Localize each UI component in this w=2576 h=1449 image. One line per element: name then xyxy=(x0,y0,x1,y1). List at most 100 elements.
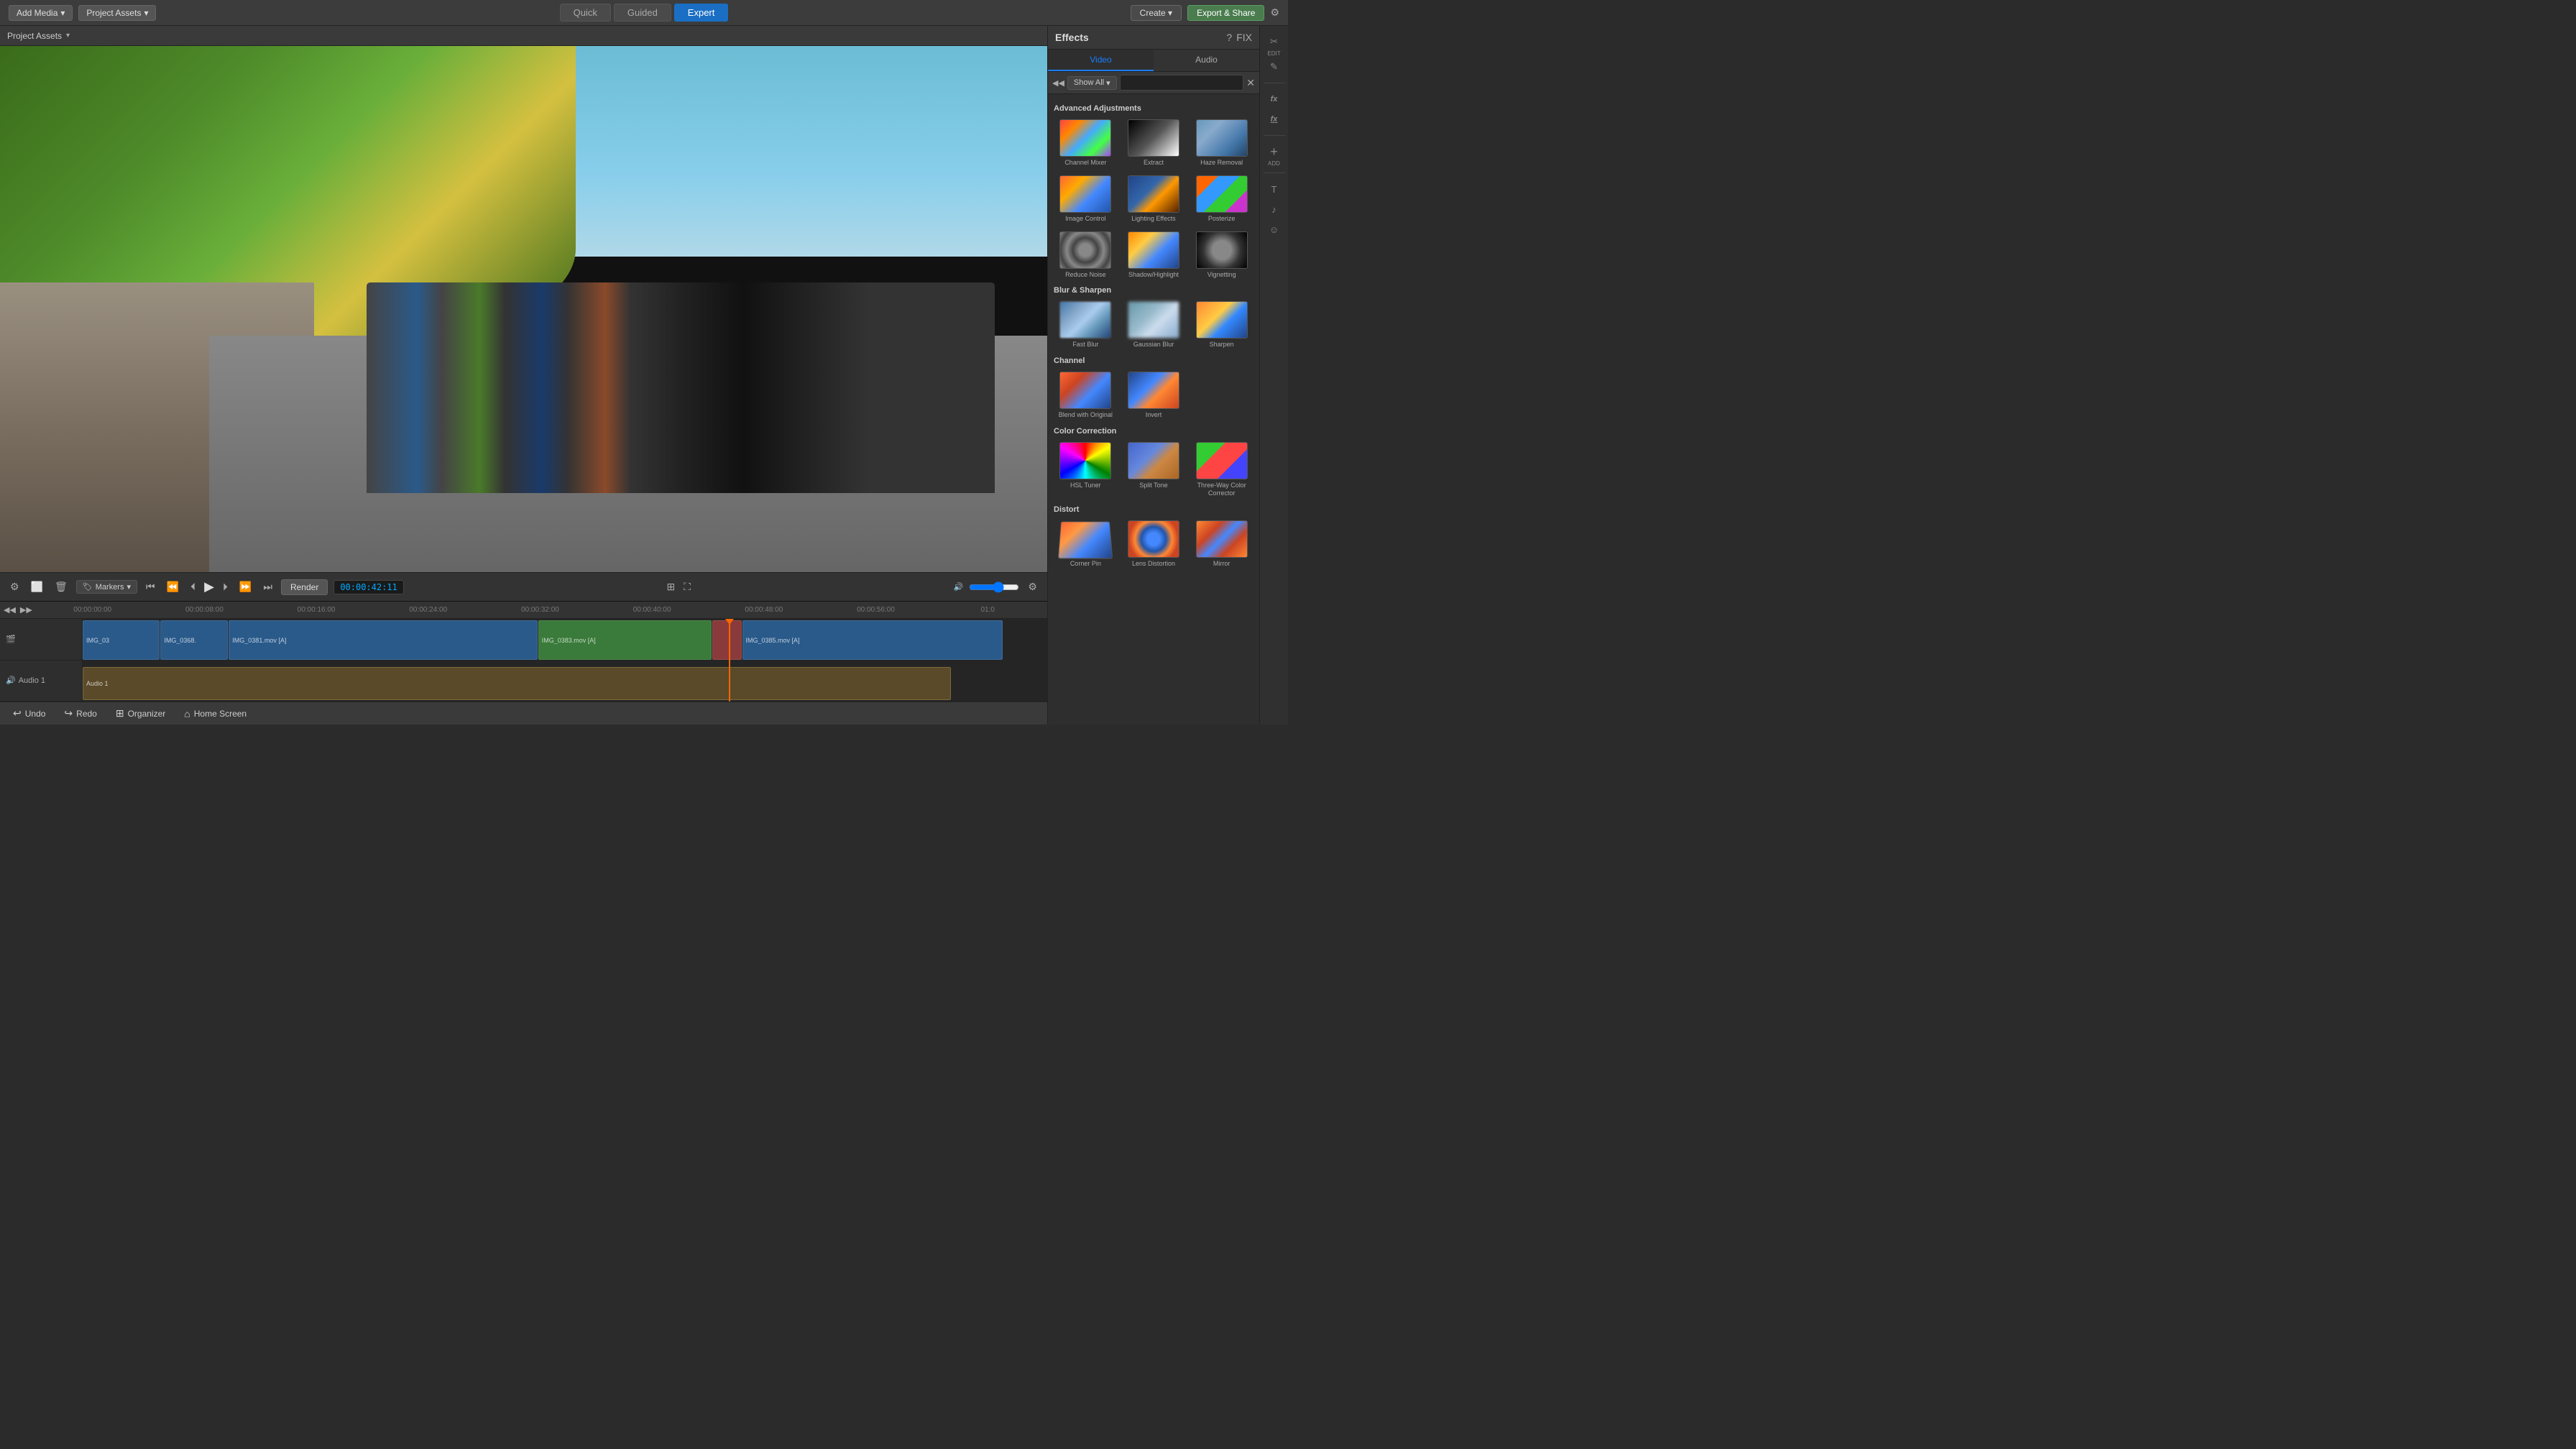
timeline-delete-button[interactable]: 🗑 xyxy=(52,579,70,594)
skip-forward-button[interactable]: ⏭ xyxy=(260,579,275,594)
skip-back-button[interactable]: ⏮ xyxy=(143,579,158,594)
volume-slider[interactable] xyxy=(969,581,1019,593)
rewind-button[interactable]: ⏪ xyxy=(164,579,182,594)
tl-nav-left[interactable]: ◀◀ xyxy=(4,605,16,615)
timeline-controls: ⚙ ⬜ 🗑 🏷 Markers ▾ ⏮ ⏪ ⏴ ▶ ⏵ ⏩ ⏭ Render 0… xyxy=(0,572,1047,601)
mode-quick-button[interactable]: Quick xyxy=(560,4,611,22)
playhead xyxy=(729,619,730,702)
timeline-header: ◀◀ ▶▶ 00:00:00:00 00:00:08:00 00:00:16:0… xyxy=(0,602,1047,619)
effects-collapse-icon[interactable]: ◀◀ xyxy=(1052,78,1064,88)
organizer-button[interactable]: ⊞ Organizer xyxy=(110,705,171,722)
project-assets-button[interactable]: Project Assets ▾ xyxy=(78,5,156,21)
effect-sharpen[interactable]: Sharpen xyxy=(1190,299,1254,351)
scissors-icon[interactable]: ✂ xyxy=(1263,32,1286,52)
mode-expert-button[interactable]: Expert xyxy=(674,4,729,22)
effect-label-split-tone: Split Tone xyxy=(1139,482,1167,489)
effect-thumb-sharpen xyxy=(1196,301,1248,339)
effect-haze-removal[interactable]: Haze Removal xyxy=(1190,117,1254,169)
markers-button[interactable]: 🏷 Markers ▾ xyxy=(76,580,137,594)
timeline-settings-button[interactable]: ⚙ xyxy=(7,579,22,594)
effect-hsl-tuner[interactable]: HSL Tuner xyxy=(1054,440,1118,500)
effect-thumb-shadow-highlight xyxy=(1128,231,1179,269)
effect-reduce-noise[interactable]: Reduce Noise xyxy=(1054,229,1118,281)
section-advanced-adjustments: Advanced Adjustments xyxy=(1054,104,1254,113)
effect-corner-pin[interactable]: Corner Pin xyxy=(1054,518,1118,570)
export-button[interactable]: Export & Share xyxy=(1187,5,1264,21)
step-forward-button[interactable]: ⏵ xyxy=(220,579,231,594)
add-media-button[interactable]: Add Media ▾ xyxy=(9,5,73,21)
organizer-label: Organizer xyxy=(128,709,166,719)
show-all-button[interactable]: Show All ▾ xyxy=(1067,76,1117,90)
effects-help-icon[interactable]: ? xyxy=(1226,32,1232,43)
tc-mark-5: 00:00:40:00 xyxy=(596,606,708,614)
effect-thumb-three-way xyxy=(1196,442,1248,479)
markers-dropdown-icon: ▾ xyxy=(126,582,131,592)
effects-content: Advanced Adjustments Channel Mixer Extra… xyxy=(1048,94,1259,724)
effects-search-input[interactable] xyxy=(1120,75,1244,91)
effect-thumb-reduce-noise xyxy=(1059,231,1111,269)
video-track-label: 🎬 xyxy=(0,619,82,661)
mode-guided-button[interactable]: Guided xyxy=(614,4,671,22)
effect-vignetting[interactable]: Vignetting xyxy=(1190,229,1254,281)
effect-image-control[interactable]: Image Control xyxy=(1054,173,1118,225)
play-button[interactable]: ▶ xyxy=(204,579,214,594)
effect-gaussian-blur[interactable]: Gaussian Blur xyxy=(1122,299,1186,351)
effect-lighting-effects[interactable]: Lighting Effects xyxy=(1122,173,1186,225)
undo-button[interactable]: ↩ Undo xyxy=(7,705,51,722)
home-icon: ⌂ xyxy=(184,708,190,719)
effect-posterize[interactable]: Posterize xyxy=(1190,173,1254,225)
render-button[interactable]: Render xyxy=(281,579,328,595)
effects-search-clear[interactable]: ✕ xyxy=(1246,77,1255,89)
effect-extract[interactable]: Extract xyxy=(1122,117,1186,169)
audio-clip[interactable]: Audio 1 xyxy=(83,667,951,700)
effect-label-corner-pin: Corner Pin xyxy=(1070,560,1101,568)
effects-grid-advanced: Channel Mixer Extract Haze Removal Image… xyxy=(1054,117,1254,280)
tc-mark-3: 00:00:24:00 xyxy=(372,606,484,614)
home-screen-button[interactable]: ⌂ Home Screen xyxy=(178,706,252,722)
add-icon[interactable]: + xyxy=(1263,142,1286,162)
effect-shadow-highlight[interactable]: Shadow/Highlight xyxy=(1122,229,1186,281)
edit-icon[interactable]: ✎ xyxy=(1263,57,1286,77)
tab-audio[interactable]: Audio xyxy=(1154,50,1259,71)
show-all-label: Show All xyxy=(1074,78,1104,87)
clip-img03[interactable]: IMG_03 xyxy=(83,620,160,660)
effects-fix-label[interactable]: FIX xyxy=(1236,32,1252,43)
effect-blend-original[interactable]: Blend with Original xyxy=(1054,369,1118,421)
audio-settings-button[interactable]: ⚙ xyxy=(1025,579,1040,594)
music-icon[interactable]: ♪ xyxy=(1263,199,1286,219)
emoji-icon[interactable]: ☺ xyxy=(1263,219,1286,239)
clip-img0368[interactable]: IMG_0368. xyxy=(160,620,228,660)
fx2-icon[interactable]: fx xyxy=(1263,109,1286,129)
fast-forward-button[interactable]: ⏩ xyxy=(236,579,254,594)
clip-img0385[interactable]: IMG_0385.mov [A] xyxy=(742,620,1003,660)
step-back-button[interactable]: ⏴ xyxy=(188,579,198,594)
vol-icon: 🔊 xyxy=(954,582,964,592)
preview-scene xyxy=(0,46,1047,572)
clip-img0381[interactable]: IMG_0381.mov [A] xyxy=(229,620,537,660)
settings-icon[interactable]: ⚙ xyxy=(1270,6,1279,19)
effect-invert[interactable]: Invert xyxy=(1122,369,1186,421)
fx-icon[interactable]: fx xyxy=(1263,89,1286,109)
effect-split-tone[interactable]: Split Tone xyxy=(1122,440,1186,500)
side-group-top: ✂ EDIT ✎ xyxy=(1260,32,1288,77)
create-button[interactable]: Create ▾ xyxy=(1131,5,1182,21)
effect-channel-mixer[interactable]: Channel Mixer xyxy=(1054,117,1118,169)
effect-mirror[interactable]: Mirror xyxy=(1190,518,1254,570)
effect-lens-distortion[interactable]: Lens Distortion xyxy=(1122,518,1186,570)
fullscreen-button[interactable]: ⛶ xyxy=(681,579,694,594)
audio-track-label: 🔊 Audio 1 xyxy=(0,661,82,702)
effect-three-way-corrector[interactable]: Three-Way Color Corrector xyxy=(1190,440,1254,500)
tl-nav-right[interactable]: ▶▶ xyxy=(20,605,32,615)
quality-toggle-button[interactable]: ⊞ xyxy=(663,579,678,594)
text-icon[interactable]: T xyxy=(1263,179,1286,199)
timeline-crop-button[interactable]: ⬜ xyxy=(28,579,46,594)
redo-button[interactable]: ↪ Redo xyxy=(58,705,102,722)
video-track-icon: 🎬 xyxy=(6,635,16,644)
effect-thumb-posterize xyxy=(1196,175,1248,213)
side-group-fx: fx fx xyxy=(1260,89,1288,129)
clip-img0383[interactable]: IMG_0383.mov [A] xyxy=(538,620,712,660)
tab-video[interactable]: Video xyxy=(1048,50,1154,71)
clip-cut[interactable] xyxy=(712,620,741,660)
effects-grid-channel: Blend with Original Invert xyxy=(1054,369,1254,421)
effect-fast-blur[interactable]: Fast Blur xyxy=(1054,299,1118,351)
